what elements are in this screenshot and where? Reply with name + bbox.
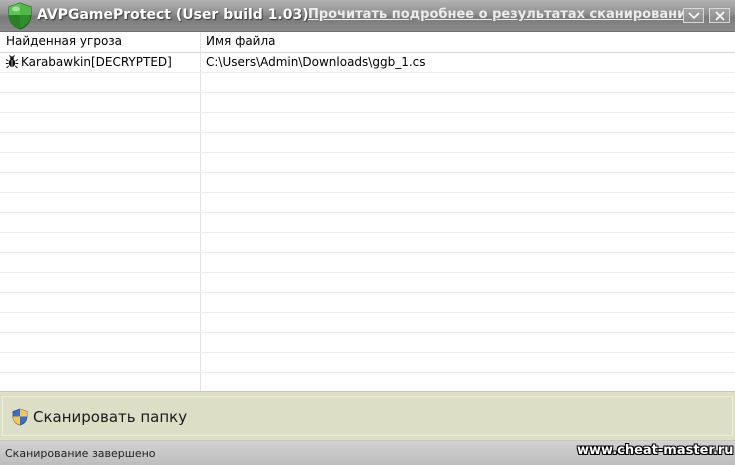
table-row[interactable]: [0, 253, 735, 273]
table-row[interactable]: [0, 233, 735, 253]
table-row[interactable]: [0, 153, 735, 173]
column-header-filename[interactable]: Имя файла: [206, 34, 276, 48]
shield-logo-icon: [8, 2, 32, 30]
minimize-button[interactable]: [683, 8, 704, 23]
watermark: www.cheat-master.ru: [577, 443, 734, 458]
window-title: AVPGameProtect (User build 1.03): [37, 7, 309, 23]
table-row[interactable]: [0, 353, 735, 373]
threat-name: Karabawkin[DECRYPTED]: [21, 55, 172, 69]
table-row[interactable]: [0, 133, 735, 153]
table-row[interactable]: [0, 313, 735, 333]
status-text: Сканирование завершено: [5, 447, 156, 460]
close-button[interactable]: [709, 8, 730, 23]
table-row[interactable]: [0, 113, 735, 133]
app-window: AVPGameProtect (User build 1.03) Прочита…: [0, 0, 735, 465]
scan-results-link[interactable]: Прочитать подробнее о результатах сканир…: [308, 7, 695, 22]
filename-cell: C:\Users\Admin\Downloads\ggb_1.cs: [206, 55, 426, 69]
scan-folder-button[interactable]: Сканировать папку: [2, 396, 733, 436]
title-bar[interactable]: AVPGameProtect (User build 1.03) Прочита…: [0, 0, 735, 32]
table-row[interactable]: [0, 93, 735, 113]
shield-uac-icon: [12, 408, 28, 426]
scan-folder-label: Сканировать папку: [33, 408, 188, 426]
threats-table[interactable]: Найденная угроза Имя файла Karabawkin[DE…: [0, 32, 735, 393]
bug-icon: [5, 55, 19, 69]
threat-cell: Karabawkin[DECRYPTED]: [5, 55, 172, 69]
column-header-threat[interactable]: Найденная угроза: [6, 34, 122, 48]
table-row[interactable]: [0, 193, 735, 213]
table-body: Karabawkin[DECRYPTED] C:\Users\Admin\Down…: [0, 53, 735, 393]
table-row[interactable]: [0, 333, 735, 353]
close-icon: [715, 11, 725, 21]
table-row[interactable]: [0, 293, 735, 313]
table-row[interactable]: [0, 173, 735, 193]
scan-panel: Сканировать папку: [0, 391, 735, 441]
table-header: Найденная угроза Имя файла: [0, 32, 735, 53]
table-row[interactable]: [0, 373, 735, 393]
status-bar: Сканирование завершено www.cheat-master.…: [0, 441, 735, 465]
table-row[interactable]: [0, 273, 735, 293]
table-row[interactable]: [0, 213, 735, 233]
table-row[interactable]: Karabawkin[DECRYPTED] C:\Users\Admin\Down…: [0, 53, 735, 73]
chevron-down-icon: [688, 12, 700, 20]
table-row[interactable]: [0, 73, 735, 93]
